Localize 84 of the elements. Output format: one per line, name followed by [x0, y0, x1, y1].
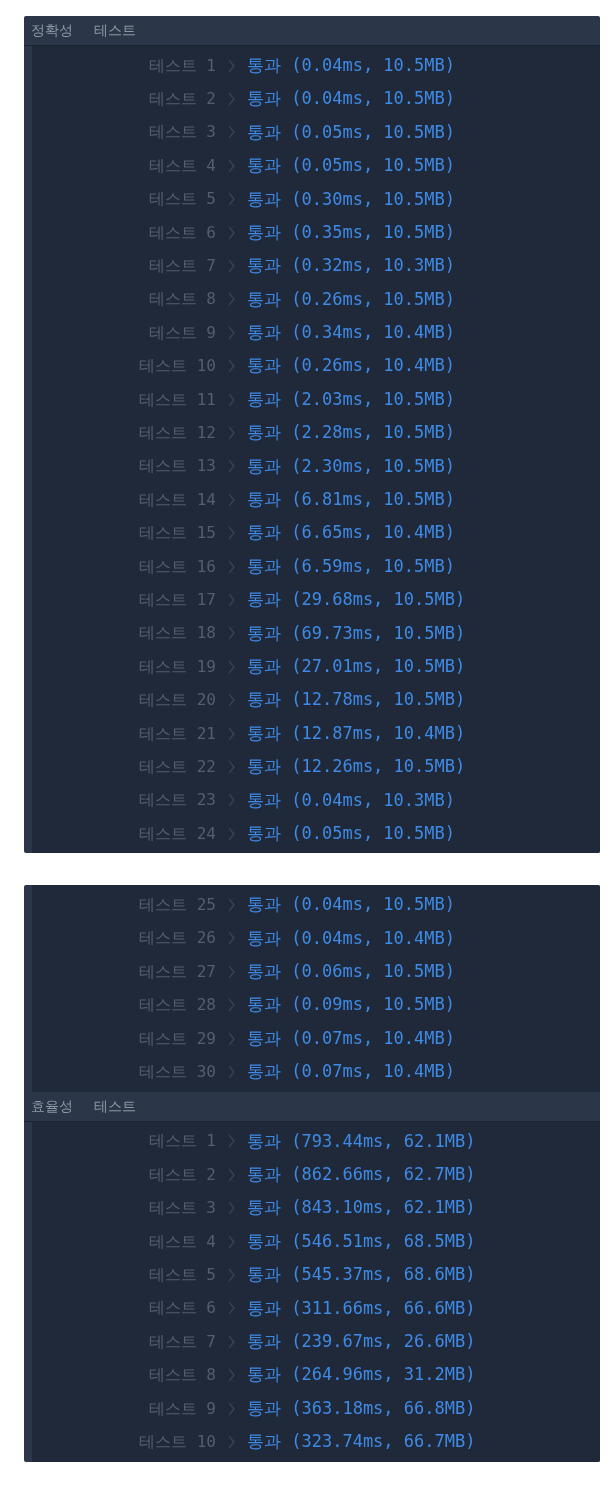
- section-category: 효율성: [31, 1096, 73, 1116]
- test-result: 통과 (0.04ms, 10.3MB): [247, 788, 455, 812]
- test-result: 통과 (0.07ms, 10.4MB): [247, 1060, 455, 1084]
- test-result: 통과 (6.81ms, 10.5MB): [247, 488, 455, 511]
- test-result: 통과 (264.96ms, 31.2MB): [247, 1363, 476, 1387]
- test-result: 통과 (0.30ms, 10.5MB): [247, 187, 455, 211]
- chevron-icon: [228, 1434, 235, 1449]
- section-category: 정확성: [31, 21, 73, 40]
- chevron-icon: [228, 693, 235, 708]
- test-result: 통과 (0.06ms, 10.5MB): [247, 960, 455, 984]
- chevron-icon: [228, 1065, 235, 1079]
- chevron-icon: [228, 325, 235, 340]
- test-result: 통과 (0.34ms, 10.4MB): [247, 321, 455, 345]
- test-result: 통과 (2.28ms, 10.5MB): [247, 421, 455, 445]
- test-result: 통과 (843.10ms, 62.1MB): [247, 1196, 476, 1220]
- chevron-icon: [228, 392, 235, 407]
- chevron-icon: [228, 526, 235, 541]
- chevron-icon: [228, 426, 235, 440]
- test-result: 통과 (545.37ms, 68.6MB): [247, 1263, 476, 1287]
- test-result: 통과 (6.65ms, 10.4MB): [247, 521, 455, 545]
- test-result: 통과 (0.05ms, 10.5MB): [247, 821, 455, 845]
- chevron-icon: [228, 292, 235, 307]
- test-result: 통과 (0.04ms, 10.4MB): [247, 926, 455, 950]
- test-result: 통과 (0.05ms, 10.5MB): [247, 154, 455, 178]
- test-result: 통과 (363.18ms, 66.8MB): [247, 1396, 476, 1420]
- test-result: 통과 (546.51ms, 68.5MB): [247, 1229, 476, 1253]
- chevron-icon: [228, 158, 235, 173]
- chevron-icon: [228, 592, 235, 607]
- chevron-icon: [228, 626, 235, 641]
- chevron-icon: [228, 1167, 235, 1182]
- chevron-icon: [228, 726, 235, 741]
- test-result: 통과 (0.35ms, 10.5MB): [247, 220, 455, 244]
- chevron-icon: [228, 1234, 235, 1249]
- chevron-icon: [228, 359, 235, 374]
- test-result: 통과 (0.04ms, 10.5MB): [247, 893, 455, 917]
- test-result: 통과 (862.66ms, 62.7MB): [247, 1163, 476, 1187]
- chevron-icon: [228, 1401, 235, 1416]
- chevron-icon: [228, 58, 235, 73]
- section-label: 테스트: [94, 1096, 136, 1116]
- chevron-icon: [228, 459, 235, 474]
- chevron-icon: [228, 225, 235, 240]
- chevron-icon: [228, 964, 235, 979]
- test-result: 통과 (2.03ms, 10.5MB): [247, 387, 455, 411]
- test-result: 통과 (0.04ms, 10.5MB): [247, 53, 455, 77]
- test-result: 통과 (0.05ms, 10.5MB): [247, 120, 455, 144]
- test-result: 통과 (27.01ms, 10.5MB): [247, 654, 466, 678]
- chevron-icon: [228, 1368, 235, 1383]
- test-result: 통과 (323.74ms, 66.7MB): [247, 1430, 476, 1454]
- chevron-icon: [228, 259, 235, 274]
- test-result: 통과 (0.26ms, 10.4MB): [247, 354, 455, 378]
- chevron-icon: [228, 1301, 235, 1316]
- test-result: 통과 (12.26ms, 10.5MB): [247, 755, 466, 779]
- test-result: 통과 (0.09ms, 10.5MB): [247, 993, 455, 1017]
- chevron-icon: [228, 1334, 235, 1349]
- chevron-icon: [228, 1267, 235, 1282]
- chevron-icon: [228, 1031, 235, 1046]
- test-result: 통과 (6.59ms, 10.5MB): [247, 554, 455, 578]
- chevron-icon: [228, 1134, 235, 1149]
- chevron-icon: [228, 793, 235, 808]
- section-label: 테스트: [94, 21, 136, 40]
- test-result: 통과 (0.04ms, 10.5MB): [247, 87, 455, 111]
- chevron-icon: [228, 1201, 235, 1216]
- test-result: 통과 (311.66ms, 66.6MB): [247, 1296, 476, 1320]
- chevron-icon: [228, 898, 235, 913]
- chevron-icon: [228, 125, 235, 140]
- chevron-icon: [228, 192, 235, 207]
- test-result: 통과 (12.78ms, 10.5MB): [247, 688, 466, 712]
- test-result: 통과 (69.73ms, 10.5MB): [247, 621, 466, 645]
- test-result: 통과 (29.68ms, 10.5MB): [247, 588, 466, 612]
- chevron-icon: [228, 931, 235, 946]
- test-result: 통과 (239.67ms, 26.6MB): [247, 1330, 476, 1353]
- test-result: 통과 (0.07ms, 10.4MB): [247, 1026, 455, 1050]
- test-result: 통과 (0.26ms, 10.5MB): [247, 287, 455, 311]
- chevron-icon: [228, 92, 235, 107]
- chevron-icon: [228, 759, 235, 774]
- test-result: 통과 (793.44ms, 62.1MB): [247, 1129, 476, 1153]
- test-result: 통과 (2.30ms, 10.5MB): [247, 454, 455, 478]
- chevron-icon: [228, 659, 235, 674]
- test-result: 통과 (0.32ms, 10.3MB): [247, 254, 455, 278]
- chevron-icon: [228, 998, 235, 1013]
- chevron-icon: [228, 492, 235, 507]
- test-result: 통과 (12.87ms, 10.4MB): [247, 721, 466, 745]
- chevron-icon: [228, 826, 235, 841]
- chevron-icon: [228, 559, 235, 574]
